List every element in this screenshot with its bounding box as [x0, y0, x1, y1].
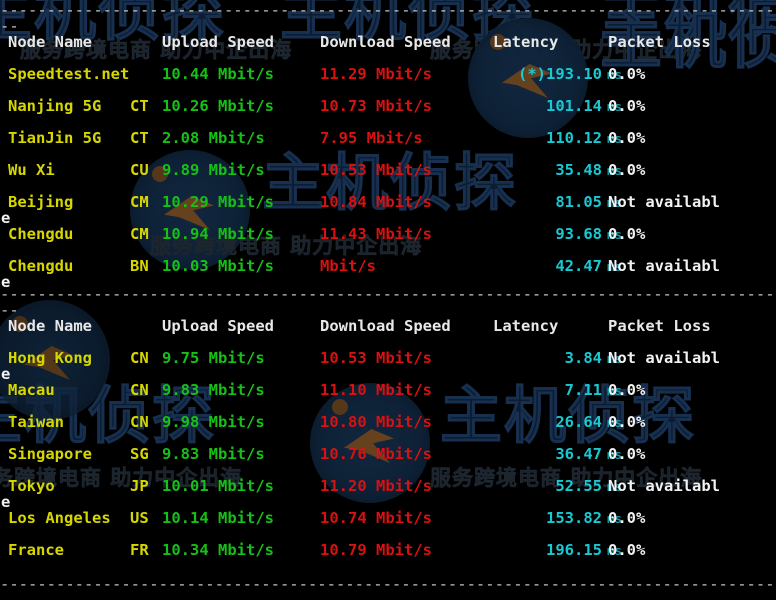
cell-packet-loss: 0.0%	[608, 502, 645, 534]
table-row: Speedtest.net10.44 Mbit/s11.29 Mbit/s(*)…	[0, 58, 776, 90]
cell-packet-loss: 0.0%	[608, 122, 645, 154]
table-row: Nanjing 5GCT10.26 Mbit/s10.73 Mbit/s101.…	[0, 90, 776, 122]
cell-latency: 35.48	[0, 154, 602, 186]
cell-latency: (*)193.10	[0, 58, 602, 90]
column-header-download-speed: Download Speed	[320, 26, 451, 58]
column-header-download-speed: Download Speed	[320, 310, 451, 342]
cell-latency: 26.64	[0, 406, 602, 438]
cell-packet-loss: 0.0%	[608, 406, 645, 438]
column-header-packet-loss: Packet Loss	[608, 310, 711, 342]
column-header-latency: Latency	[493, 26, 558, 58]
terminal-output: ----------------------------------------…	[0, 0, 776, 585]
cell-latency: 7.11	[0, 374, 602, 406]
separator-line: ----------------------------------------…	[0, 568, 776, 600]
cell-packet-loss: 0.0%	[608, 90, 645, 122]
table-row: TianJin 5GCT2.08 Mbit/s7.95 Mbit/s110.12…	[0, 122, 776, 154]
cell-latency: 101.14	[0, 90, 602, 122]
cell-packet-loss: 0.0%	[608, 218, 645, 250]
table-row: Los AngelesUS10.14 Mbit/s10.74 Mbit/s153…	[0, 502, 776, 534]
column-header-packet-loss: Packet Loss	[608, 26, 711, 58]
cell-latency: 196.15	[0, 534, 602, 566]
cell-packet-loss: 0.0%	[608, 534, 645, 566]
cell-packet-loss: 0.0%	[608, 154, 645, 186]
table-row: ChengduCM10.94 Mbit/s11.43 Mbit/s93.68ms…	[0, 218, 776, 250]
cell-packet-loss: 0.0%	[608, 374, 645, 406]
cell-latency: 36.47	[0, 438, 602, 470]
column-header-node-name: Node Name	[8, 310, 92, 342]
column-header-node-name: Node Name	[8, 26, 92, 58]
table-row: FranceFR10.34 Mbit/s10.79 Mbit/s196.15ms…	[0, 534, 776, 566]
cell-packet-loss: 0.0%	[608, 438, 645, 470]
table-row: Wu XiCU9.89 Mbit/s10.53 Mbit/s35.48ms0.0…	[0, 154, 776, 186]
table-row: MacauCN9.83 Mbit/s11.10 Mbit/s7.11ms0.0%	[0, 374, 776, 406]
column-header-upload-speed: Upload Speed	[162, 26, 274, 58]
cell-latency: 110.12	[0, 122, 602, 154]
cell-latency: 93.68	[0, 218, 602, 250]
table-row: SingaporeSG9.83 Mbit/s10.76 Mbit/s36.47m…	[0, 438, 776, 470]
cell-packet-loss: 0.0%	[608, 58, 645, 90]
table-row: TaiwanCN9.98 Mbit/s10.80 Mbit/s26.64ms0.…	[0, 406, 776, 438]
column-header-latency: Latency	[493, 310, 558, 342]
cell-latency: 153.82	[0, 502, 602, 534]
column-header-upload-speed: Upload Speed	[162, 310, 274, 342]
